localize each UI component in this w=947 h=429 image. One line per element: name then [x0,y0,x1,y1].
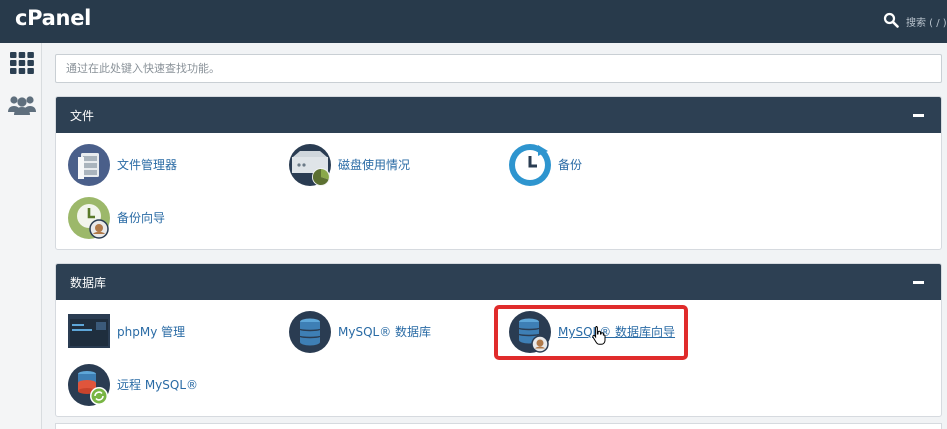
item-label[interactable]: 磁盘使用情况 [338,156,410,173]
backup-wizard-item[interactable]: 备份向导 [67,196,187,239]
phpmyadmin-item[interactable]: phpMy 管理 [67,310,197,350]
search-icon[interactable] [883,12,899,28]
next-panel-edge [55,423,942,429]
files-panel-header[interactable]: 文件 [56,97,941,133]
phpmyadmin-icon [68,314,110,348]
backup-icon [509,144,551,186]
item-label[interactable]: 文件管理器 [117,156,177,173]
disk-usage-item[interactable]: 磁盘使用情况 [288,143,428,186]
item-label[interactable]: 备份 [558,156,582,173]
backup-wizard-icon [68,197,110,239]
panel-title: 数据库 [70,276,107,290]
item-label[interactable]: phpMy 管理 [117,323,185,340]
backup-item[interactable]: 备份 [508,143,608,186]
remote-mysql-icon [68,364,110,406]
mysql-database-icon [289,311,331,353]
cpanel-logo[interactable]: cPanel [15,6,91,30]
panel-title: 文件 [70,109,95,123]
collapse-icon[interactable] [913,281,924,284]
item-label[interactable]: MySQL® 数据库 [338,323,431,340]
hand-cursor-icon [592,326,606,345]
item-label[interactable]: 备份向导 [117,209,165,226]
quick-search-input[interactable] [55,54,942,83]
file-manager-icon [68,144,110,186]
mysql-database-item[interactable]: MySQL® 数据库 [288,310,438,353]
collapse-icon[interactable] [913,114,924,117]
item-label[interactable]: 远程 MySQL® [117,376,198,393]
top-bar: cPanel 搜索 ( / ) [0,0,947,43]
file-manager-item[interactable]: 文件管理器 [67,143,197,186]
top-search-label[interactable]: 搜索 ( / ) [906,14,947,29]
disk-usage-icon [289,144,331,186]
remote-mysql-item[interactable]: 远程 MySQL® [67,363,207,406]
apps-grid-icon[interactable] [9,51,35,75]
users-icon[interactable] [7,93,37,117]
databases-panel-header[interactable]: 数据库 [56,264,941,300]
sidebar [0,43,42,429]
